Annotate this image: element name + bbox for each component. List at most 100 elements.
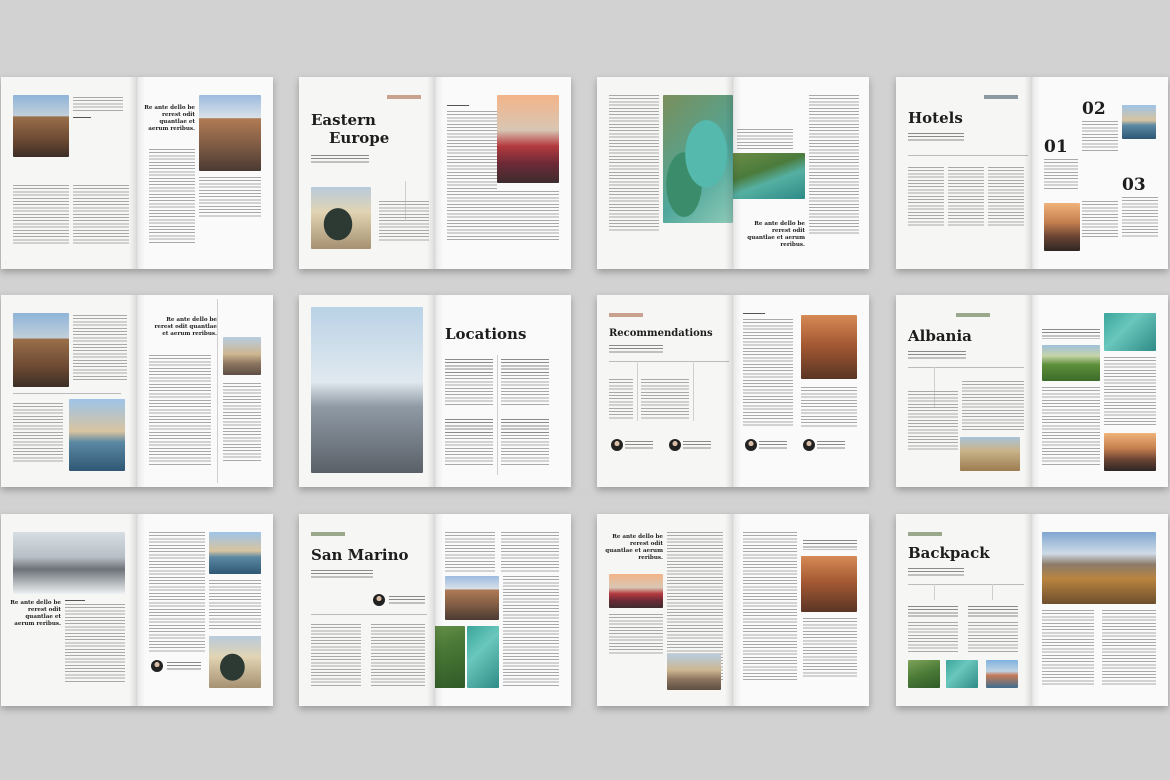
vertical-rule [992,584,993,600]
text-block [503,576,559,686]
page-number: · [5,261,7,265]
right-page: Re ante dello be rerest odit quantlae et… [137,77,273,269]
text-block [445,532,495,572]
right-page [435,514,571,706]
text-block [73,315,127,381]
photo-hills [908,660,940,688]
left-page [597,77,733,269]
section-tag [387,95,421,99]
text-block [501,532,559,572]
left-page [299,295,435,487]
section-tag [609,313,643,317]
magazine-spread-4: Hotels 02 01 03 [896,77,1168,269]
photo-bridge [1044,203,1080,251]
photo-hills [1042,345,1100,381]
intro-text [908,351,966,359]
text-block [609,95,659,231]
photo-statue [209,636,261,688]
text-block [149,355,211,465]
left-page: Re ante dello be rerest odit quantlae et… [1,514,137,706]
vertical-rule [217,299,218,483]
caption [803,540,857,550]
text-block [1082,201,1118,237]
contact-text [389,596,425,604]
magazine-spread-5: Re ante dello be rerest odit quantlae et… [1,295,273,487]
right-page [733,295,869,487]
text-block [199,177,261,217]
spread-title: Hotels [908,109,963,127]
photo-archway [801,315,857,379]
right-page [1032,295,1168,487]
divider [908,367,1024,368]
photo-city-tower [311,307,423,473]
magazine-spread-7: Recommendations [597,295,869,487]
text-block [743,319,793,427]
entry-heading [908,606,958,618]
text-block [501,375,549,405]
vertical-rule [934,584,935,600]
divider [73,117,91,118]
avatar [669,439,681,451]
avatar [611,439,623,451]
text-block [743,532,797,682]
left-page: Backpack [896,514,1032,706]
text-block [73,97,123,111]
text-block [962,381,1024,431]
photo-aerial-lake [663,95,733,223]
pull-quote: Re ante dello be rerest odit quantlae et… [747,221,805,248]
left-page: San Marino [299,514,435,706]
entry-heading [445,359,493,373]
text-block [988,167,1024,227]
photo-old-town [667,654,721,690]
section-tag [984,95,1018,99]
magazine-spread-10: San Marino [299,514,571,706]
text-block [641,379,689,419]
photo-square [223,337,261,375]
right-page [137,514,273,706]
magazine-spread-3: Re ante dello be rerest odit quantlae et… [597,77,869,269]
intro-text [311,570,373,578]
left-page: Recommendations [597,295,733,487]
section-tag [908,532,942,536]
right-page: 02 01 03 [1032,77,1168,269]
photo-water [467,626,499,688]
magazine-spread-12: Backpack [896,514,1168,706]
photo-lake [1104,313,1156,351]
intro-text [908,133,964,141]
spread-title-line2: Europe [329,129,390,147]
contact-text [817,441,845,449]
divider [908,155,1028,156]
divider [743,313,765,314]
section-tag [956,313,990,317]
text-block [1042,610,1094,686]
contact-text [759,441,787,449]
pull-quote: Re ante dello be rerest odit quantlae et… [605,534,663,561]
text-block [379,201,429,241]
magazine-spread-1: · Re ante dello be rerest odit quantlae … [1,77,273,269]
magazine-spread-9: Re ante dello be rerest odit quantlae et… [1,514,273,706]
left-page [1,295,137,487]
avatar [373,594,385,606]
list-number: 01 [1044,137,1068,157]
spread-title: Backpack [908,544,990,562]
photo-woman-costume [497,95,559,183]
divider [311,614,427,615]
avatar [151,660,163,672]
left-page: · [1,77,137,269]
text-block [908,167,944,227]
right-page [733,514,869,706]
photo-canal-city [13,95,69,157]
intro-text [311,155,369,163]
section-tag [311,532,345,536]
spread-title-line1: Eastern [311,111,376,129]
pull-quote: Re ante dello be rerest odit quantlae et… [154,317,217,337]
text-block [809,95,859,235]
pull-quote: Re ante dello be rerest odit quantlae et… [10,600,61,627]
text-block [803,618,857,678]
text-block [209,580,261,630]
vertical-rule [693,361,694,421]
text-block [1042,387,1100,467]
magazine-spread-2: Eastern Europe [299,77,571,269]
avatar [745,439,757,451]
photo-festival [609,574,663,608]
